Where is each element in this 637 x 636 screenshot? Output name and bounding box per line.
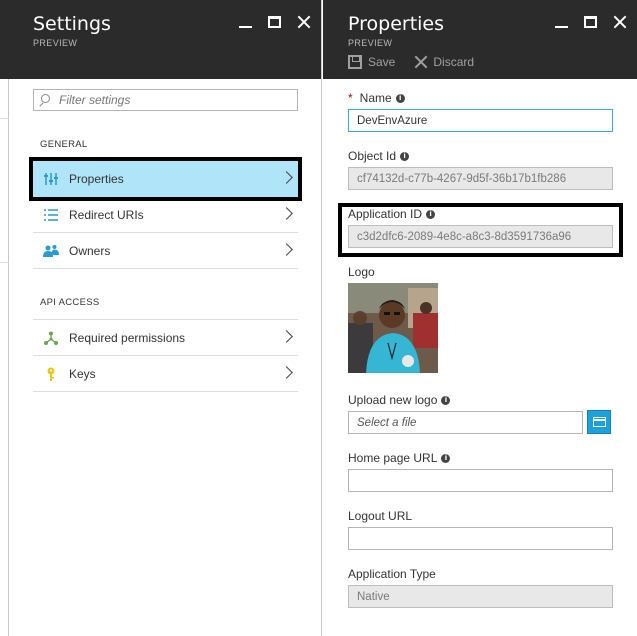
object-id-field[interactable] xyxy=(348,167,613,190)
name-field[interactable] xyxy=(348,109,613,132)
properties-title: Properties xyxy=(348,13,445,35)
maximize-icon[interactable] xyxy=(268,16,281,28)
sidebar-item-label: Required permissions xyxy=(69,331,186,345)
name-label: * Name i xyxy=(348,91,405,105)
logo-label: Logo xyxy=(348,265,375,279)
sidebar-item-required-permissions[interactable]: Required permissions xyxy=(33,320,298,356)
key-icon xyxy=(47,367,55,381)
discard-button[interactable]: Discard xyxy=(415,55,474,69)
save-icon xyxy=(348,55,362,69)
application-id-label: Application ID i xyxy=(348,207,436,221)
properties-subtitle: PREVIEW xyxy=(348,38,393,48)
settings-title: Settings xyxy=(33,13,111,35)
properties-blade-header: Properties PREVIEW Save Discard xyxy=(323,0,637,79)
maximize-icon[interactable] xyxy=(584,16,597,28)
required-asterisk: * xyxy=(348,91,353,105)
sidebar-item-label: Properties xyxy=(69,172,124,186)
browse-file-button[interactable] xyxy=(587,410,611,434)
sidebar-item-properties[interactable]: Properties xyxy=(29,157,302,201)
info-icon[interactable]: i xyxy=(400,151,410,161)
properties-icon xyxy=(44,173,58,185)
divider xyxy=(0,118,9,119)
background-blade-header xyxy=(0,0,9,79)
general-nav-list: Properties Redirect URIs Owners xyxy=(29,157,302,269)
upload-logo-input[interactable] xyxy=(348,411,583,434)
list-icon xyxy=(44,209,58,221)
sidebar-item-owners[interactable]: Owners xyxy=(33,233,298,269)
sidebar-item-label: Owners xyxy=(69,244,111,258)
settings-blade: Settings PREVIEW GENERAL Properties xyxy=(9,0,322,636)
chevron-right-icon xyxy=(280,366,293,379)
info-icon[interactable]: i xyxy=(441,453,451,463)
discard-icon xyxy=(415,56,427,68)
api-access-section-label: API ACCESS xyxy=(40,297,100,308)
sidebar-item-redirect-uris[interactable]: Redirect URIs xyxy=(33,197,298,233)
application-type-label: Application Type xyxy=(348,567,436,581)
info-icon[interactable]: i xyxy=(395,93,405,103)
divider xyxy=(0,262,9,263)
homepage-url-field[interactable] xyxy=(348,469,613,492)
application-type-label-text: Application Type xyxy=(348,567,436,581)
background-blade-strip xyxy=(0,0,9,636)
api-access-nav-list: Required permissions Keys xyxy=(33,319,298,392)
save-button[interactable]: Save xyxy=(348,55,395,69)
chevron-right-icon xyxy=(280,207,293,220)
close-icon[interactable] xyxy=(613,15,627,29)
folder-icon xyxy=(593,417,606,427)
logout-url-label-text: Logout URL xyxy=(348,509,413,523)
minimize-icon[interactable] xyxy=(239,16,252,29)
discard-label: Discard xyxy=(433,55,475,69)
settings-blade-header: Settings PREVIEW xyxy=(9,0,321,79)
sidebar-item-label: Redirect URIs xyxy=(69,208,144,222)
filter-settings-box[interactable] xyxy=(33,89,298,111)
save-label: Save xyxy=(368,55,396,69)
name-label-text: Name xyxy=(359,91,392,105)
people-icon xyxy=(43,245,59,257)
properties-blade: Properties PREVIEW Save Discard * Name i… xyxy=(323,0,637,636)
logo-image xyxy=(348,283,438,373)
network-icon xyxy=(44,331,58,345)
logo-label-text: Logo xyxy=(348,265,375,279)
minimize-icon[interactable] xyxy=(555,16,568,29)
logout-url-label: Logout URL xyxy=(348,509,412,523)
chevron-right-icon xyxy=(280,243,293,256)
chevron-right-icon xyxy=(280,171,293,184)
object-id-label-text: Object Id xyxy=(348,149,397,163)
logout-url-field[interactable] xyxy=(348,527,613,550)
settings-subtitle: PREVIEW xyxy=(33,38,78,48)
chevron-right-icon xyxy=(280,330,293,343)
info-icon[interactable]: i xyxy=(426,209,436,219)
search-icon xyxy=(41,94,50,103)
homepage-url-label-text: Home page URL xyxy=(348,451,438,465)
close-icon[interactable] xyxy=(297,15,311,29)
application-type-field[interactable] xyxy=(348,585,613,608)
filter-settings-input[interactable] xyxy=(59,92,289,108)
upload-logo-label: Upload new logo i xyxy=(348,393,451,407)
sidebar-item-label: Keys xyxy=(69,367,96,381)
application-id-label-text: Application ID xyxy=(348,207,423,221)
application-id-field[interactable] xyxy=(348,225,613,248)
homepage-url-label: Home page URL i xyxy=(348,451,451,465)
upload-logo-label-text: Upload new logo xyxy=(348,393,438,407)
sidebar-item-keys[interactable]: Keys xyxy=(33,356,298,392)
object-id-label: Object Id i xyxy=(348,149,410,163)
general-section-label: GENERAL xyxy=(40,139,88,150)
info-icon[interactable]: i xyxy=(441,395,451,405)
